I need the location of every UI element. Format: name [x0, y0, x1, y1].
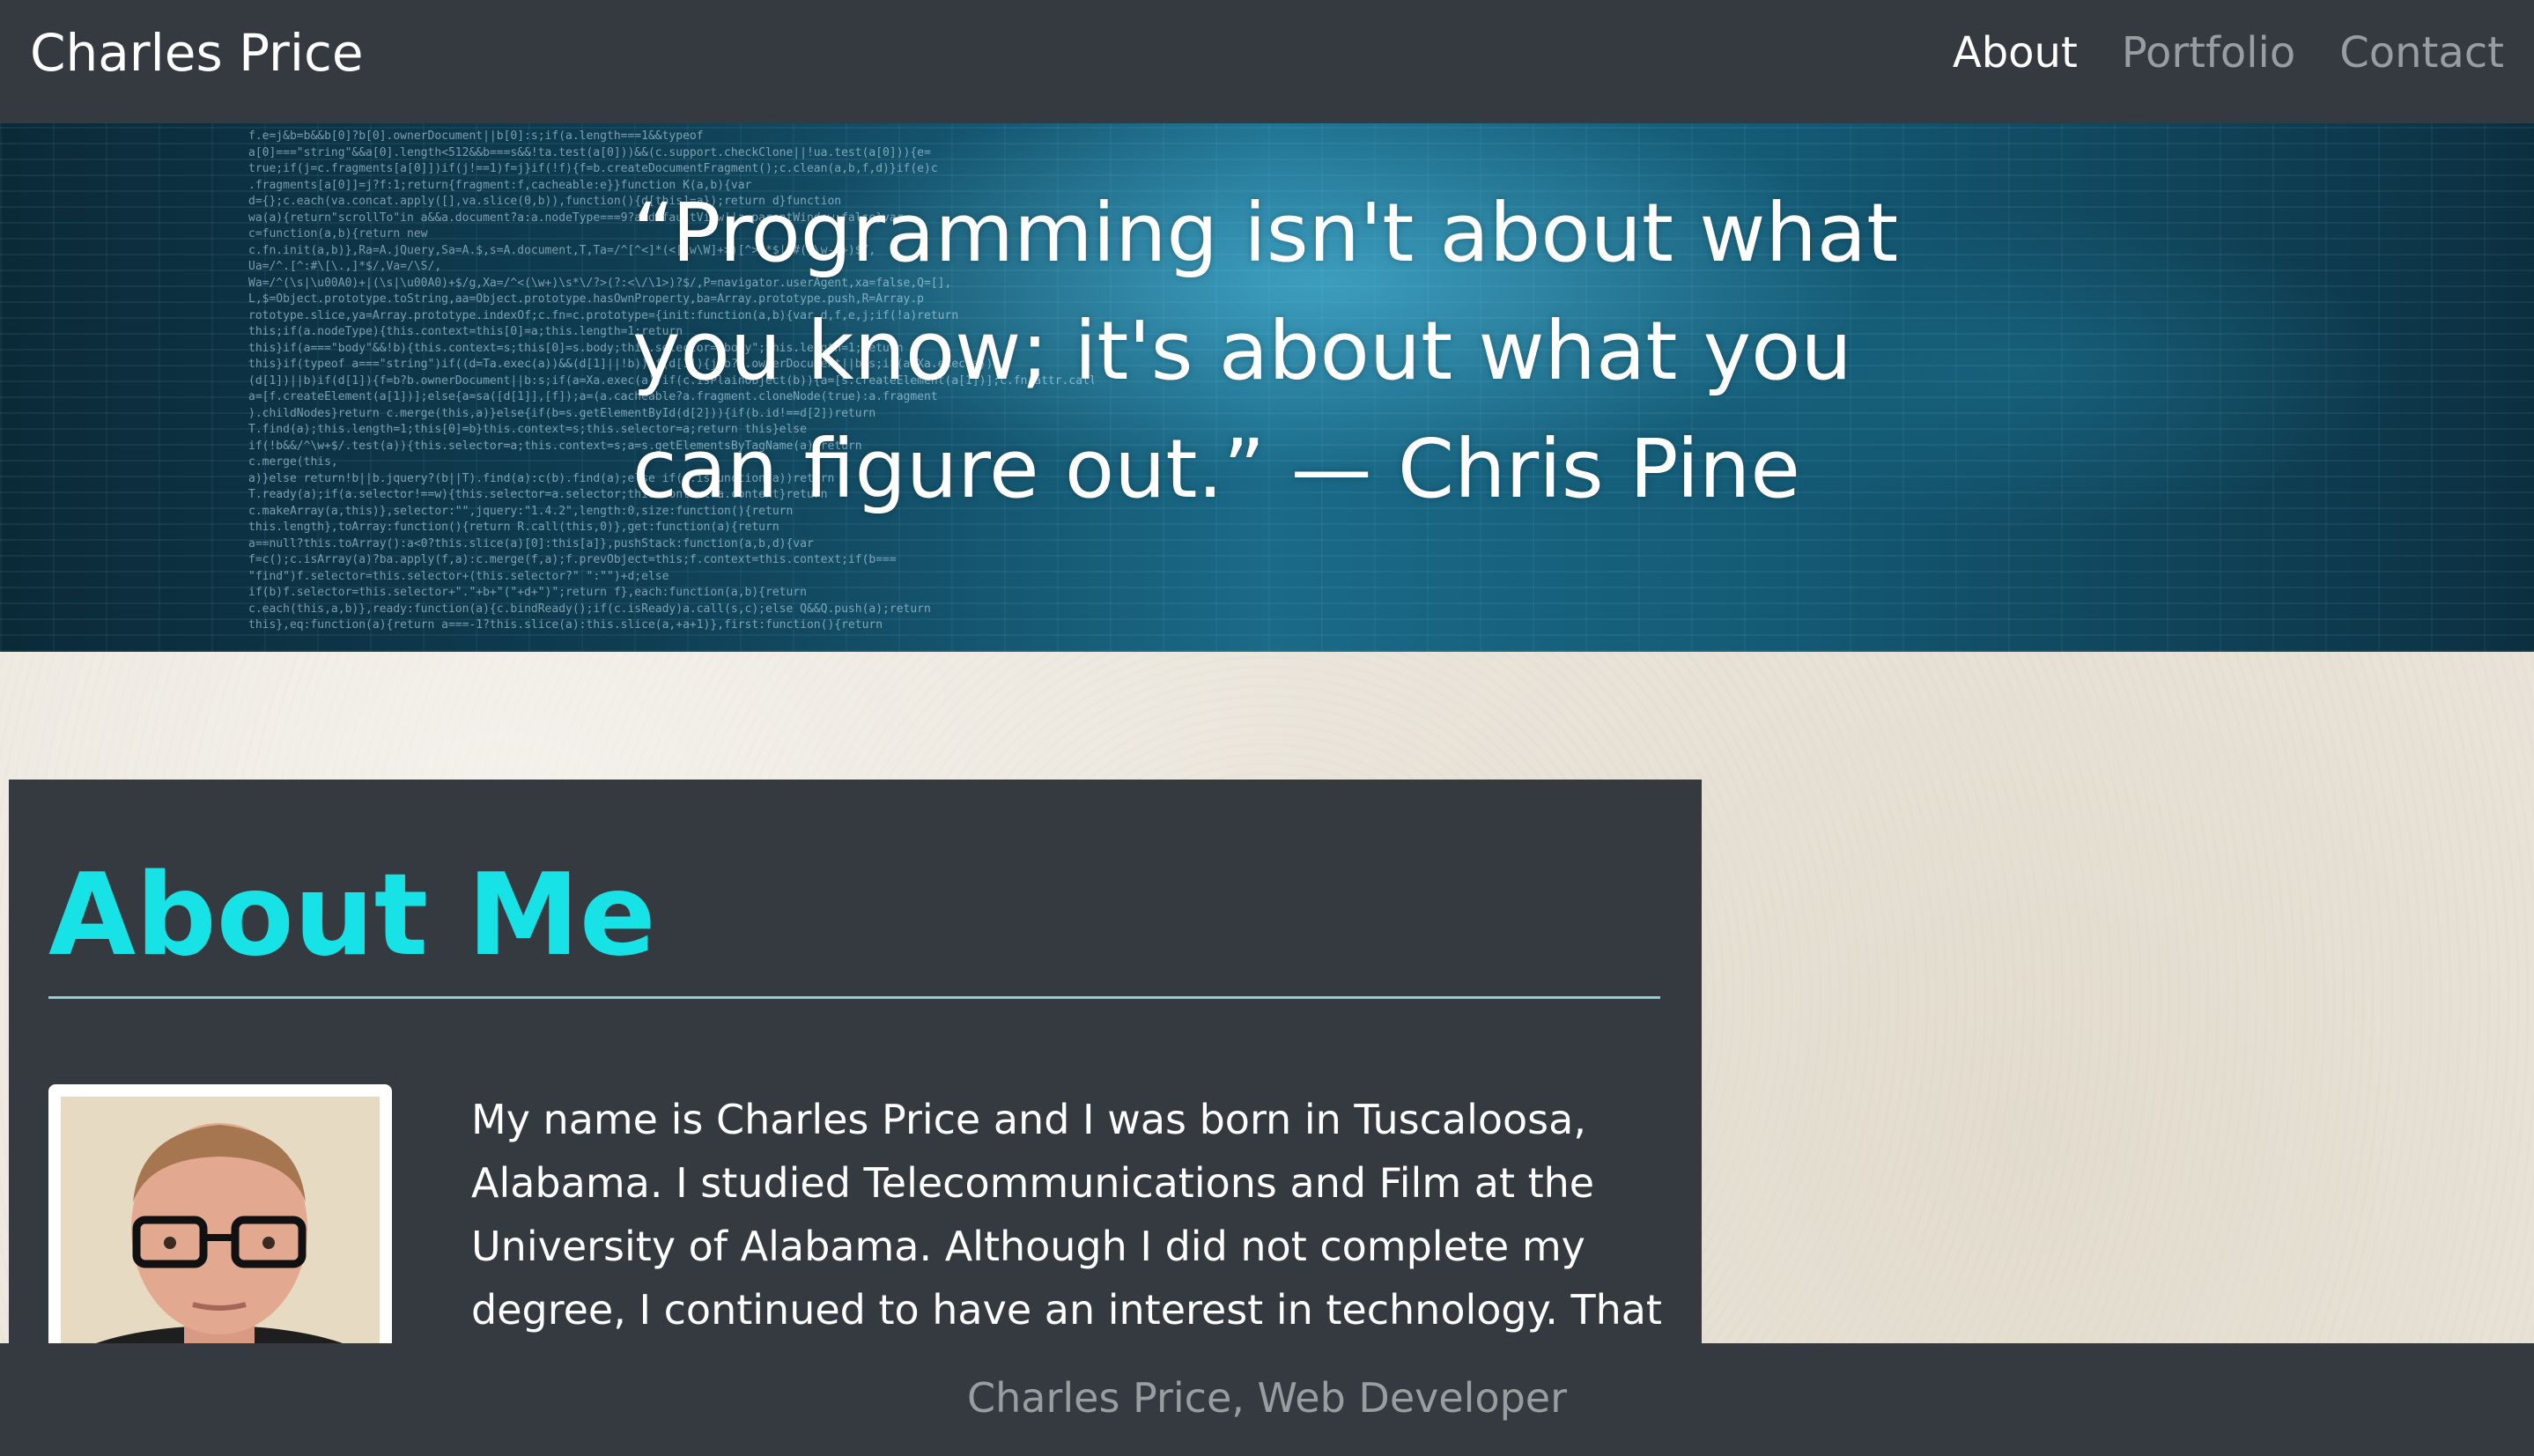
nav-link-portfolio[interactable]: Portfolio	[2122, 21, 2295, 85]
nav-link-contact[interactable]: Contact	[2339, 21, 2504, 85]
footer: Charles Price, Web Developer	[0, 1343, 2534, 1456]
profile-portrait-icon	[61, 1097, 380, 1343]
navbar: Charles Price About Portfolio Contact	[0, 0, 2534, 123]
about-section: About Me My name is Charles Price and I …	[9, 780, 1702, 1343]
profile-photo	[48, 1084, 392, 1343]
profile-photo-image	[61, 1097, 380, 1343]
nav-links: About Portfolio Contact	[1953, 21, 2504, 85]
hero-banner: f.e=j&b=b&&b[0]?b[0].ownerDocument||b[0]…	[0, 123, 2534, 652]
about-body-text: My name is Charles Price and I was born …	[471, 1096, 1662, 1334]
about-heading: About Me	[48, 850, 656, 981]
nav-link-about[interactable]: About	[1953, 21, 2078, 85]
brand-link[interactable]: Charles Price	[30, 21, 364, 85]
about-divider	[48, 996, 1660, 999]
footer-text: Charles Price, Web Developer	[967, 1374, 1567, 1422]
hero-quote: “Programming isn't about what you know; …	[632, 186, 1899, 516]
